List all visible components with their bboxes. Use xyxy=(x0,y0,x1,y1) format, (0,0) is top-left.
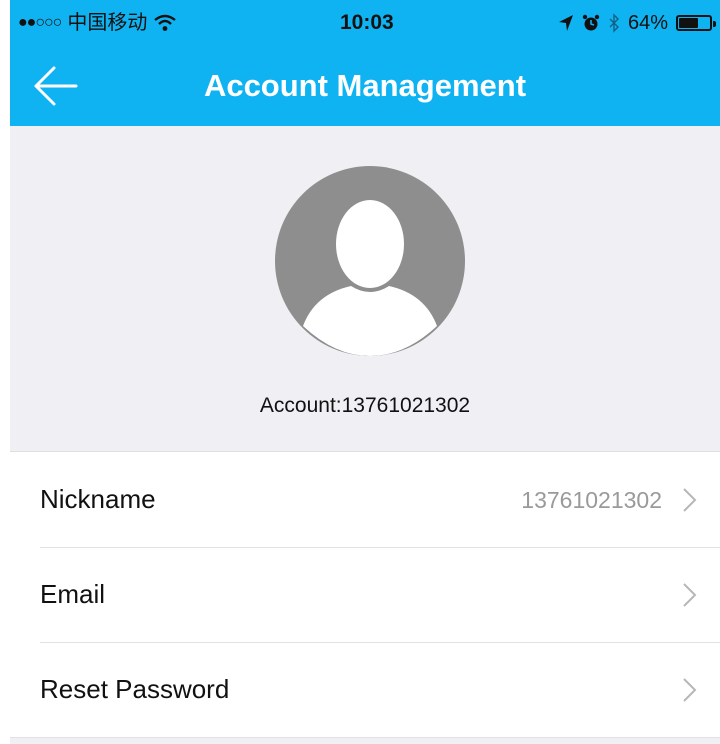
email-label: Email xyxy=(40,579,106,609)
status-bar: ●●○○○ 中国移动 10:03 64% xyxy=(10,0,720,46)
status-left: ●●○○○ 中国移动 xyxy=(18,10,177,36)
profile-header: Account:13761021302 xyxy=(10,126,720,452)
user-avatar-icon xyxy=(303,200,437,356)
location-arrow-icon xyxy=(558,15,573,31)
clock: 10:03 xyxy=(340,11,394,34)
page-title: Account Management xyxy=(203,68,527,103)
chevron-right-icon xyxy=(683,488,697,512)
alarm-icon xyxy=(582,14,600,31)
status-right: 64% xyxy=(558,10,716,36)
nickname-value: 13761021302 xyxy=(521,487,662,513)
wifi-icon xyxy=(154,14,177,31)
nav-bar: Account Management xyxy=(10,46,720,126)
battery-cap xyxy=(713,21,716,27)
nickname-label: Nickname xyxy=(40,484,156,514)
reset-password-label: Reset Password xyxy=(40,674,230,704)
nickname-row[interactable]: Nickname 13761021302 xyxy=(10,452,720,547)
bluetooth-icon xyxy=(609,13,619,33)
chevron-right-icon xyxy=(683,678,697,702)
battery-percent: 64% xyxy=(627,12,668,34)
email-row[interactable]: Email xyxy=(10,547,720,642)
account-label: Account:13761021302 xyxy=(259,394,471,417)
signal-dots-icon: ●●○○○ xyxy=(18,14,62,31)
footer-divider xyxy=(10,737,720,744)
reset-password-row[interactable]: Reset Password xyxy=(10,642,720,737)
settings-list: Nickname 13761021302 Email Reset Passwor… xyxy=(10,452,720,737)
battery-icon xyxy=(676,15,716,31)
battery-fill xyxy=(679,18,698,28)
carrier-name: 中国移动 xyxy=(67,12,148,34)
screen: ●●○○○ 中国移动 10:03 64% Account Management … xyxy=(10,0,720,744)
chevron-right-icon xyxy=(683,583,697,607)
avatar[interactable] xyxy=(275,166,465,356)
